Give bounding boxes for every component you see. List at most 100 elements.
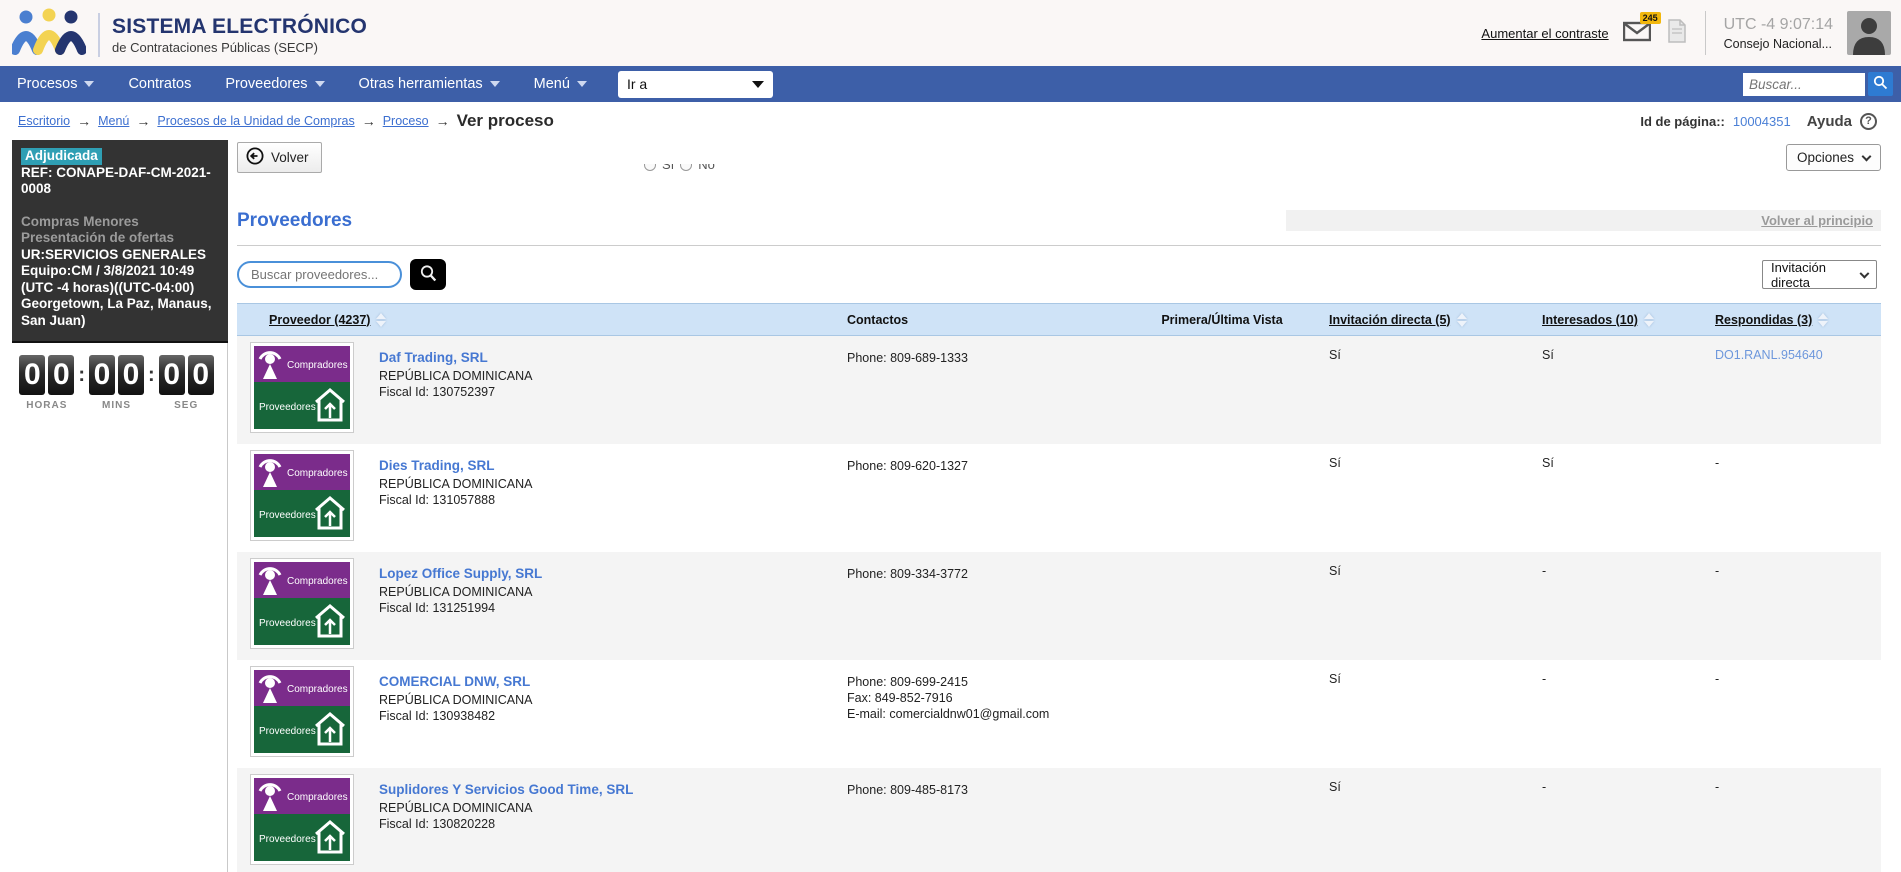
help-question-icon[interactable]: ? <box>1860 112 1877 130</box>
back-button[interactable]: Volver <box>237 142 322 173</box>
section-title: Proveedores <box>237 210 353 231</box>
timer-digit: 0 <box>187 355 214 395</box>
provider-country: REPÚBLICA DOMINICANA <box>379 585 533 599</box>
svg-text:Compradores: Compradores <box>287 360 348 371</box>
page: SISTEMA ELECTRÓNICO de Contrataciones Pú… <box>0 0 1901 872</box>
table-row: Compradores Proveedores Lopez Office Sup… <box>237 552 1881 660</box>
avatar[interactable] <box>1847 11 1891 55</box>
col-proveedor-label: Proveedor (4237) <box>269 312 371 327</box>
timer-digit: 0 <box>89 355 115 395</box>
back-button-label: Volver <box>271 150 309 165</box>
col-respondidas[interactable]: Respondidas (3) <box>1697 312 1881 327</box>
nav-menu[interactable]: Menú <box>517 66 604 102</box>
col-proveedor[interactable]: Proveedor (4237) <box>237 312 842 327</box>
sort-icon[interactable] <box>1643 312 1654 327</box>
envelope-icon <box>1622 21 1651 46</box>
provider-fiscal-id: Fiscal Id: 131251994 <box>379 601 496 615</box>
radio-no[interactable] <box>680 164 693 171</box>
col-primera-ultima-vista: Primera/Última Vista <box>1137 313 1307 327</box>
breadcrumb-escritorio[interactable]: Escritorio <box>18 114 70 128</box>
invited-value: Sí <box>1329 672 1341 686</box>
help-link[interactable]: Ayuda <box>1807 113 1852 130</box>
timer-mins-label: MINS <box>102 400 131 411</box>
breadcrumb-proceso[interactable]: Proceso <box>383 114 429 128</box>
main-navbar: Procesos Contratos Proveedores Otras her… <box>0 66 1901 102</box>
provider-country: REPÚBLICA DOMINICANA <box>379 477 533 491</box>
providers-toolbar: Invitación directa <box>237 259 1881 291</box>
first-last-view <box>1137 660 1307 768</box>
providers-search-button[interactable] <box>410 259 446 290</box>
col-invitacion-directa[interactable]: Invitación directa (5) <box>1307 312 1517 327</box>
provider-country: REPÚBLICA DOMINICANA <box>379 801 533 815</box>
global-search-button[interactable] <box>1868 72 1893 96</box>
brand-divider <box>98 12 100 57</box>
clipped-yes-no-radios: Sí No <box>644 164 715 177</box>
nav-proveedores-label: Proveedores <box>225 76 308 92</box>
global-search-input[interactable] <box>1743 72 1865 96</box>
provider-name-link[interactable]: Lopez Office Supply, SRL <box>379 566 542 582</box>
chevron-down-icon <box>576 81 587 87</box>
col-interesados[interactable]: Interesados (10) <box>1517 312 1697 327</box>
sort-icon[interactable] <box>376 312 387 327</box>
providers-search-input[interactable] <box>237 261 402 288</box>
responded-value: - <box>1715 780 1720 794</box>
responded-link[interactable]: DO1.RANL.954640 <box>1715 348 1823 362</box>
provider-badge: Compradores Proveedores <box>250 666 354 757</box>
brand: SISTEMA ELECTRÓNICO de Contrataciones Pú… <box>10 8 367 61</box>
process-sidebar: Adjudicada REF: CONAPE-DAF-CM-2021-0008 … <box>0 140 228 872</box>
timer-seg-label: SEG <box>174 400 199 411</box>
increase-contrast-link[interactable]: Aumentar el contraste <box>1481 26 1608 41</box>
breadcrumb-arrow-icon: → <box>435 113 450 129</box>
interested-value: Sí <box>1542 456 1554 470</box>
provider-badge: Compradores Proveedores <box>250 342 354 433</box>
timer-colon: : <box>78 364 85 386</box>
sort-icon[interactable] <box>1818 312 1829 327</box>
invitation-filter-select[interactable]: Invitación directa <box>1762 260 1877 290</box>
options-button[interactable]: Opciones <box>1785 144 1881 171</box>
document-icon[interactable] <box>1667 18 1687 48</box>
breadcrumb-procesos-unidad[interactable]: Procesos de la Unidad de Compras <box>157 114 354 128</box>
goto-select-value: Ir a <box>626 76 648 92</box>
timer-colon: : <box>148 364 155 386</box>
goto-select[interactable]: Ir a <box>617 70 773 98</box>
nav-otras-herramientas[interactable]: Otras herramientas <box>342 66 517 102</box>
messages-button[interactable]: 245 <box>1622 12 1661 46</box>
provider-name-link[interactable]: Suplidores Y Servicios Good Time, SRL <box>379 782 633 798</box>
nav-contratos-label: Contratos <box>128 76 192 92</box>
sort-icon[interactable] <box>1456 312 1467 327</box>
provider-fiscal-id: Fiscal Id: 131057888 <box>379 493 496 507</box>
invited-value: Sí <box>1329 456 1341 470</box>
provider-phone: Phone: 809-689-1333 <box>847 351 968 365</box>
radio-si[interactable] <box>644 164 656 171</box>
nav-contratos[interactable]: Contratos <box>111 66 208 102</box>
provider-country: REPÚBLICA DOMINICANA <box>379 693 533 707</box>
nav-proveedores[interactable]: Proveedores <box>208 66 341 102</box>
col-contactos: Contactos <box>842 313 1137 327</box>
chevron-down-icon <box>489 81 500 87</box>
nav-procesos[interactable]: Procesos <box>0 66 111 102</box>
provider-name-link[interactable]: Daf Trading, SRL <box>379 350 488 366</box>
top-header: SISTEMA ELECTRÓNICO de Contrataciones Pú… <box>0 0 1901 66</box>
interested-value: - <box>1542 564 1547 578</box>
search-icon <box>419 264 438 286</box>
timer-digit: 0 <box>158 355 185 395</box>
page-id-value[interactable]: 10004351 <box>1733 114 1791 129</box>
nav-menu-label: Menú <box>533 76 570 92</box>
back-to-top-band: Volver al principio <box>1286 210 1881 231</box>
provider-phone: Phone: 809-620-1327 <box>847 459 968 473</box>
interested-value: - <box>1542 672 1547 686</box>
svg-text:Compradores: Compradores <box>287 684 348 695</box>
process-type: Compras Menores <box>21 213 139 229</box>
process-status-panel: Adjudicada REF: CONAPE-DAF-CM-2021-0008 … <box>12 140 228 343</box>
provider-fiscal-id: Fiscal Id: 130752397 <box>379 385 496 399</box>
first-last-view <box>1137 336 1307 444</box>
provider-fax: Fax: 849-852-7916 <box>847 691 953 705</box>
provider-phone: Phone: 809-485-8173 <box>847 783 968 797</box>
back-to-top-link[interactable]: Volver al principio <box>1761 213 1873 228</box>
first-last-view <box>1137 768 1307 872</box>
provider-name-link[interactable]: COMERCIAL DNW, SRL <box>379 674 530 690</box>
breadcrumb-menu[interactable]: Menú <box>98 114 129 128</box>
breadcrumb-arrow-icon: → <box>136 113 151 129</box>
breadcrumb-arrow-icon: → <box>77 113 92 129</box>
provider-name-link[interactable]: Dies Trading, SRL <box>379 458 495 474</box>
